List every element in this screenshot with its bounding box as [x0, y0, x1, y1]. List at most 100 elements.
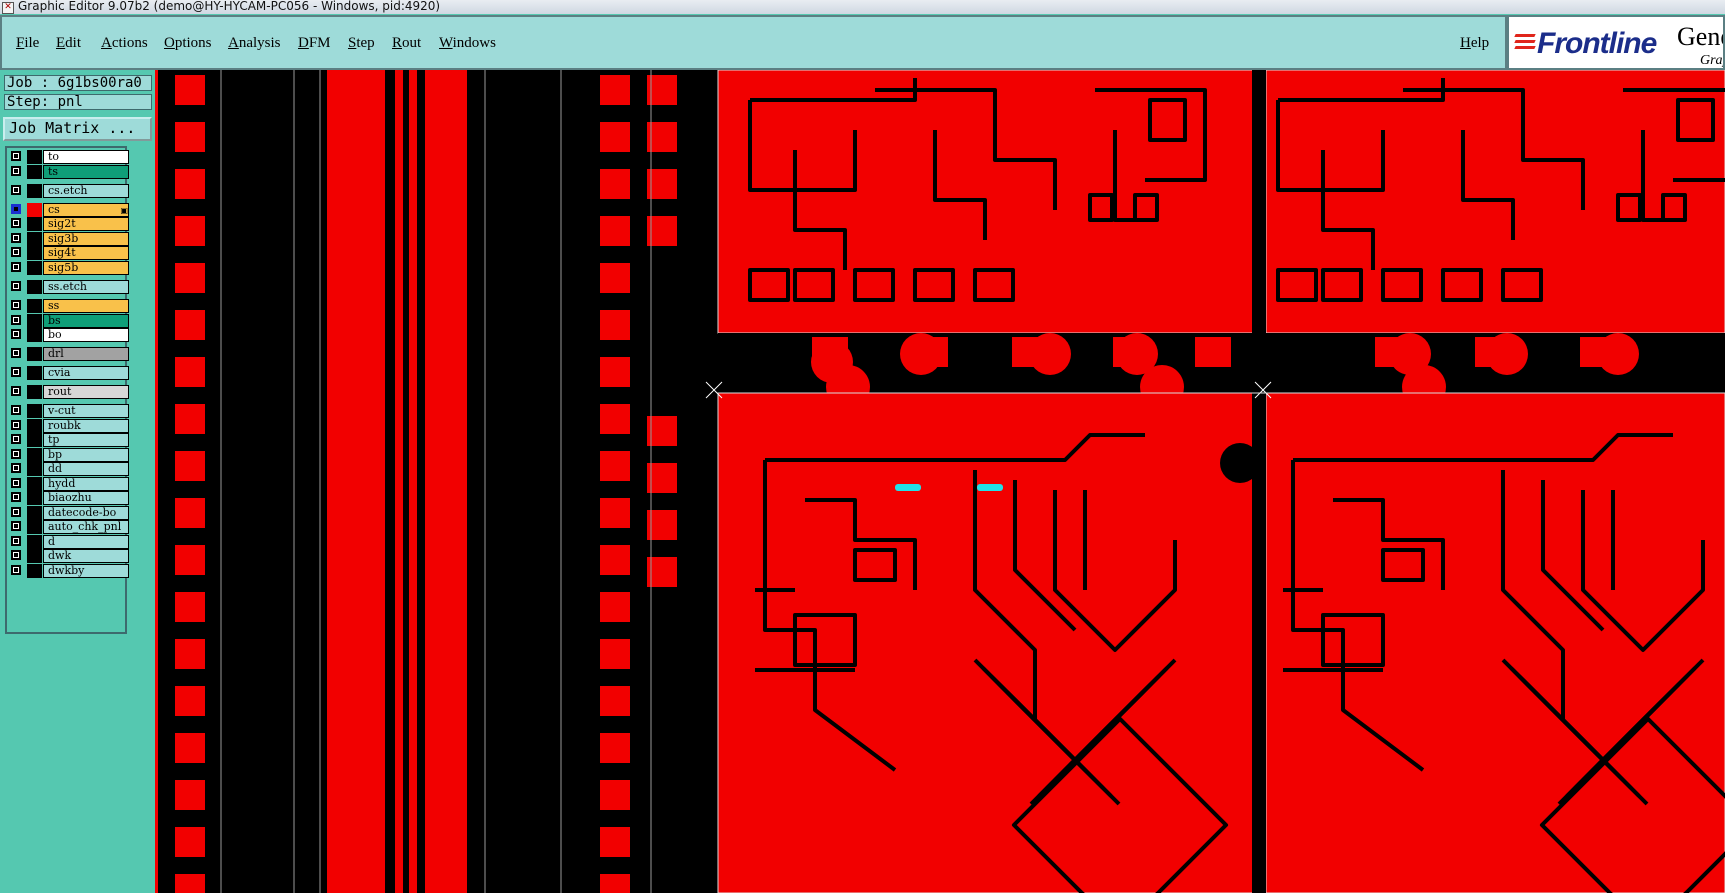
frontline-logo-text: Frontline: [1537, 27, 1657, 60]
layer-checkbox[interactable]: [11, 262, 21, 272]
layer-checkbox[interactable]: [11, 565, 21, 575]
layer-checkbox[interactable]: [11, 247, 21, 257]
layer-row-v-cut[interactable]: v-cut: [7, 403, 129, 419]
menu-help[interactable]: Help: [1460, 35, 1489, 52]
layer-row-rout[interactable]: rout: [7, 384, 129, 400]
layer-color-swatch[interactable]: [27, 261, 42, 275]
layer-checkbox[interactable]: [11, 536, 21, 546]
layer-color-swatch[interactable]: [27, 448, 42, 462]
layer-row-dwk[interactable]: dwk: [7, 548, 129, 564]
layer-color-swatch[interactable]: [27, 280, 42, 294]
layer-checkbox[interactable]: [11, 329, 21, 339]
layer-checkbox[interactable]: [11, 348, 21, 358]
layer-row-cvia[interactable]: cvia: [7, 365, 129, 381]
layer-checkbox[interactable]: [11, 550, 21, 560]
layer-checkbox[interactable]: [11, 300, 21, 310]
layer-color-swatch[interactable]: [27, 506, 42, 520]
layer-color-swatch[interactable]: [27, 366, 42, 380]
layer-color-swatch[interactable]: [27, 328, 42, 342]
border-pad: [175, 357, 205, 387]
layer-color-swatch[interactable]: [27, 299, 42, 313]
layer-row-sig2t[interactable]: sig2t: [7, 216, 129, 232]
layer-name: biaozhu: [43, 491, 129, 505]
layer-checkbox[interactable]: [11, 151, 21, 161]
menu-step[interactable]: Step: [348, 35, 375, 52]
menu-rout[interactable]: Rout: [392, 35, 421, 52]
pcb-drawing[interactable]: [155, 70, 1725, 893]
menu-actions[interactable]: Actions: [101, 35, 148, 52]
layer-color-swatch[interactable]: [27, 477, 42, 491]
layer-color-swatch[interactable]: [27, 520, 42, 534]
layer-checkbox[interactable]: [11, 449, 21, 459]
menu-edit[interactable]: Edit: [56, 35, 81, 52]
layer-row-ss[interactable]: ss: [7, 298, 129, 314]
layer-row-ts[interactable]: ts: [7, 164, 129, 180]
layer-checkbox[interactable]: [11, 463, 21, 473]
brand-panel: Frontline Gene Grap: [1507, 15, 1725, 70]
layer-name: sig5b: [43, 261, 129, 275]
border-pad: [600, 75, 630, 105]
layer-color-swatch[interactable]: [27, 462, 42, 476]
job-matrix-button[interactable]: Job Matrix ...: [3, 117, 152, 141]
layer-row-drl[interactable]: drl: [7, 346, 129, 362]
layer-color-swatch[interactable]: [27, 433, 42, 447]
layer-color-swatch[interactable]: [27, 535, 42, 549]
layer-checkbox[interactable]: [11, 233, 21, 243]
menu-windows[interactable]: Windows: [439, 35, 496, 52]
layer-checkbox[interactable]: [11, 405, 21, 415]
layer-checkbox[interactable]: [11, 420, 21, 430]
highlighted-pad: [977, 484, 1003, 491]
layer-checkbox[interactable]: [11, 166, 21, 176]
layer-color-swatch[interactable]: [27, 232, 42, 246]
layer-checkbox[interactable]: [11, 315, 21, 325]
layer-name: tp: [43, 433, 129, 447]
layer-color-swatch[interactable]: [27, 217, 42, 231]
layer-color-swatch[interactable]: [27, 347, 42, 361]
layer-color-swatch[interactable]: [27, 404, 42, 418]
border-pad: [175, 827, 205, 857]
layer-checkbox[interactable]: [11, 507, 21, 517]
layer-checkbox[interactable]: [11, 434, 21, 444]
layer-color-swatch[interactable]: [27, 419, 42, 433]
layer-color-swatch[interactable]: [27, 246, 42, 260]
title-bar: ✕ Graphic Editor 9.07b2 (demo@HY-HYCAM-P…: [0, 0, 1725, 14]
graphic-canvas[interactable]: [155, 70, 1725, 893]
layer-checkbox[interactable]: [11, 367, 21, 377]
layer-row-to[interactable]: to: [7, 149, 129, 165]
layer-color-swatch[interactable]: [27, 385, 42, 399]
layer-row-biaozhu[interactable]: biaozhu: [7, 490, 129, 506]
layer-row-cs.etch[interactable]: cs.etch: [7, 183, 129, 199]
layer-checkbox[interactable]: [11, 492, 21, 502]
layer-color-swatch[interactable]: [27, 491, 42, 505]
menu-options[interactable]: Options: [164, 35, 212, 52]
layer-checkbox[interactable]: [11, 218, 21, 228]
layer-row-sig4t[interactable]: sig4t: [7, 245, 129, 261]
strip-gap: [385, 70, 395, 893]
layer-checkbox[interactable]: [11, 521, 21, 531]
layer-color-swatch[interactable]: [27, 184, 42, 198]
layer-checkbox[interactable]: [11, 204, 21, 214]
layer-color-swatch[interactable]: [27, 203, 42, 217]
layer-checkbox[interactable]: [11, 185, 21, 195]
layer-color-swatch[interactable]: [27, 165, 42, 179]
layer-row-sig5b[interactable]: sig5b: [7, 260, 129, 276]
layer-row-auto_chk_pnl[interactable]: auto_chk_pnl: [7, 519, 129, 535]
layer-color-swatch[interactable]: [27, 564, 42, 578]
layer-color-swatch[interactable]: [27, 150, 42, 164]
layer-color-swatch[interactable]: [27, 314, 42, 328]
layer-checkbox[interactable]: [11, 386, 21, 396]
layer-color-swatch[interactable]: [27, 549, 42, 563]
layer-checkbox[interactable]: [11, 281, 21, 291]
border-pad: [600, 310, 630, 340]
border-pad: [175, 404, 205, 434]
layer-checkbox[interactable]: [11, 478, 21, 488]
layer-row-bo[interactable]: bo: [7, 327, 129, 343]
layer-row-tp[interactable]: tp: [7, 432, 129, 448]
menu-file[interactable]: File: [16, 35, 39, 52]
layer-row-ss.etch[interactable]: ss.etch: [7, 279, 129, 295]
layer-row-dd[interactable]: dd: [7, 461, 129, 477]
menu-dfm[interactable]: DFM: [298, 35, 331, 52]
menu-analysis[interactable]: Analysis: [228, 35, 281, 52]
layer-row-dwkby[interactable]: dwkby: [7, 563, 129, 579]
layer-name: datecode-bo: [43, 506, 129, 520]
